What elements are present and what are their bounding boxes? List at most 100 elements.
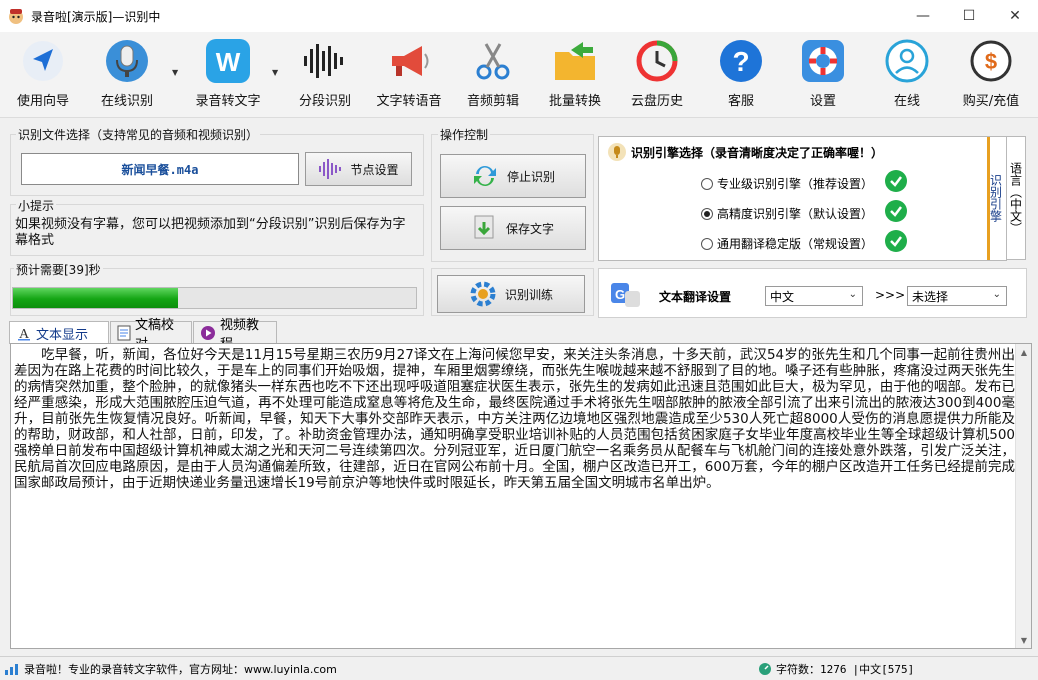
stop-recognize-label: 停止识别 <box>506 169 555 184</box>
question-icon: ? <box>720 40 762 82</box>
radio-button[interactable] <box>701 207 713 220</box>
waveform-icon <box>319 159 342 179</box>
char-count: 字符数：1276 <box>776 663 847 676</box>
transcript-body: 吃早餐，听，新闻，各位好今天是11月15号星期三农历9月27译文在上海问候您早安… <box>14 347 1015 491</box>
chevron-down-icon[interactable]: ▼ <box>172 68 178 77</box>
history-clock-icon <box>636 40 678 82</box>
vertical-scrollbar[interactable]: ▲ ▼ <box>1015 344 1031 648</box>
scroll-down-icon[interactable]: ▼ <box>1016 632 1032 648</box>
tab-language[interactable]: 语言（中文） <box>1006 136 1026 260</box>
toolbar-label: 文字转语音 <box>376 94 442 109</box>
toolbar-label: 录音转文字 <box>195 94 261 109</box>
node-settings-label: 节点设置 <box>350 162 399 177</box>
waveform-icon <box>304 44 343 78</box>
status-bar: 录音啦！专业的录音转文字软件，官方网址：www.luyinla.com 字符数：… <box>0 656 1038 680</box>
microphone-icon <box>608 143 626 161</box>
toolbar-segment-recognize-button[interactable]: 分段识别 <box>294 36 356 116</box>
toolbar-label: 购买/充值 <box>962 94 1020 109</box>
window-title: 录音啦[演示版]—识别中 <box>31 9 161 24</box>
maximize-button[interactable]: ☐ <box>946 0 992 32</box>
toolbar-label: 音频剪辑 <box>466 94 519 109</box>
toolbar-label: 使用向导 <box>16 94 69 109</box>
translate-separator: >>> <box>875 288 906 302</box>
radio-button[interactable] <box>701 237 713 250</box>
stop-recognize-button[interactable]: 停止识别 <box>440 154 586 198</box>
toolbar-label: 设置 <box>809 94 836 109</box>
dollar-coin-icon: $ <box>970 40 1012 82</box>
transcript-text: 吃早餐，听，新闻，各位好今天是11月15号星期三农历9月27译文在上海问候您早安… <box>14 347 1015 491</box>
minimize-button[interactable]: — <box>900 0 946 32</box>
toolbar-audio-to-text-button[interactable]: W 录音转文字 <box>190 36 266 116</box>
check-icon <box>885 170 907 192</box>
signal-bars-icon <box>5 664 18 675</box>
engine-option-professional[interactable]: 专业级识别引擎（推荐设置） <box>701 175 873 192</box>
chevron-down-icon: ⌄ <box>848 289 857 300</box>
toolbar-support-button[interactable]: ? 客服 <box>710 36 772 116</box>
gear-icon <box>470 281 496 307</box>
navigation-arrow-icon <box>23 41 63 81</box>
list-doc-icon <box>117 325 131 340</box>
svg-text:?: ? <box>732 46 749 77</box>
engine-option-label: 通用翻译稳定版（常规设置） <box>717 237 874 251</box>
chevron-down-icon[interactable]: ▼ <box>272 68 278 77</box>
select-value: 未选择 <box>912 289 949 304</box>
translate-to-select[interactable]: 未选择 ⌄ <box>907 286 1007 306</box>
toolbar-label: 客服 <box>727 94 754 109</box>
gauge-icon <box>759 663 771 675</box>
microphone-icon <box>106 40 148 82</box>
status-message: 录音啦！专业的录音转文字软件，官方网址：www.luyinla.com <box>24 663 337 676</box>
engine-title: 识别引擎选择（录音清晰度决定了正确率喔！） <box>631 146 884 160</box>
main-toolbar: 使用向导 在线识别 ▼ W 录音转文字 ▼ 分段识别 文字转语音 音频剪辑 批量… <box>0 32 1038 118</box>
folder-arrow-icon <box>555 42 595 80</box>
toolbar-online-user-button[interactable]: 在线 <box>876 36 938 116</box>
tab-proofread[interactable]: 文稿校对 <box>110 318 192 352</box>
svg-text:$: $ <box>985 49 997 74</box>
toolbar-guide-button[interactable]: 使用向导 <box>12 36 74 116</box>
radio-button[interactable] <box>701 177 713 190</box>
tab-label: 文本显示 <box>36 327 89 343</box>
toolbar-batch-convert-button[interactable]: 批量转换 <box>544 36 606 116</box>
recognize-train-button[interactable]: 识别训练 <box>437 275 585 313</box>
toolbar-text-to-speech-button[interactable]: 文字转语音 <box>372 36 446 116</box>
transcript-textarea[interactable]: 吃早餐，听，新闻，各位好今天是11月15号星期三农历9月27译文在上海问候您早安… <box>10 343 1032 649</box>
title-bar: 录音啦[演示版]—识别中 — ☐ ✕ <box>0 0 1038 32</box>
svg-text:W: W <box>216 47 241 77</box>
megaphone-icon <box>392 46 429 76</box>
node-settings-button[interactable]: 节点设置 <box>305 152 412 186</box>
recognize-train-label: 识别训练 <box>504 287 553 302</box>
save-text-button[interactable]: 保存文字 <box>440 206 586 250</box>
toolbar-settings-button[interactable]: 设置 <box>792 36 854 116</box>
toolbar-purchase-button[interactable]: $ 购买/充值 <box>956 36 1026 116</box>
file-name-field[interactable]: 新闻早餐.m4a <box>21 153 299 185</box>
chevron-down-icon: ⌄ <box>992 289 1001 300</box>
toolbar-online-recognize-button[interactable]: 在线识别 <box>96 36 158 116</box>
play-circle-icon <box>201 325 215 340</box>
toolbar-label: 云盘历史 <box>630 94 683 109</box>
toolbar-cloud-history-button[interactable]: 云盘历史 <box>626 36 688 116</box>
tab-engine[interactable]: 识别引擎 <box>986 136 1006 260</box>
toolbar-label: 在线识别 <box>100 94 153 109</box>
engine-option-label: 专业级识别引擎（推荐设置） <box>717 177 874 191</box>
scroll-up-icon[interactable]: ▲ <box>1016 344 1032 360</box>
tab-video-tutorial[interactable]: 视频教程 <box>193 318 277 352</box>
tip-title: 小提示 <box>16 197 57 214</box>
toolbar-label: 分段识别 <box>298 94 351 109</box>
progress-bar <box>12 287 417 309</box>
text-a-icon: A <box>18 327 30 341</box>
engine-option-general[interactable]: 通用翻译稳定版（常规设置） <box>701 235 873 252</box>
tip-text: 如果视频没有字幕，您可以把视频添加到“分段识别”识别后保存为字幕格式 <box>15 217 406 248</box>
toolbar-audio-edit-button[interactable]: 音频剪辑 <box>462 36 524 116</box>
engine-select-panel: 识别引擎选择（录音清晰度决定了正确率喔！） 专业级识别引擎（推荐设置） 高精度识… <box>598 136 1007 261</box>
check-icon <box>885 230 907 252</box>
tab-text-display[interactable]: A 文本显示 <box>9 321 109 344</box>
translate-from-select[interactable]: 中文 ⌄ <box>765 286 863 306</box>
svg-text:A: A <box>19 327 30 341</box>
progress-label: 预计需要[39]秒 <box>14 261 103 278</box>
engine-option-high-precision[interactable]: 高精度识别引擎（默认设置） <box>701 205 873 222</box>
check-icon <box>885 200 907 222</box>
refresh-arrows-icon <box>473 166 496 186</box>
save-text-label: 保存文字 <box>505 221 554 236</box>
operation-control-title: 操作控制 <box>438 126 491 143</box>
file-select-title: 识别文件选择（支持常见的音频和视频识别） <box>16 126 261 143</box>
close-button[interactable]: ✕ <box>992 0 1038 32</box>
